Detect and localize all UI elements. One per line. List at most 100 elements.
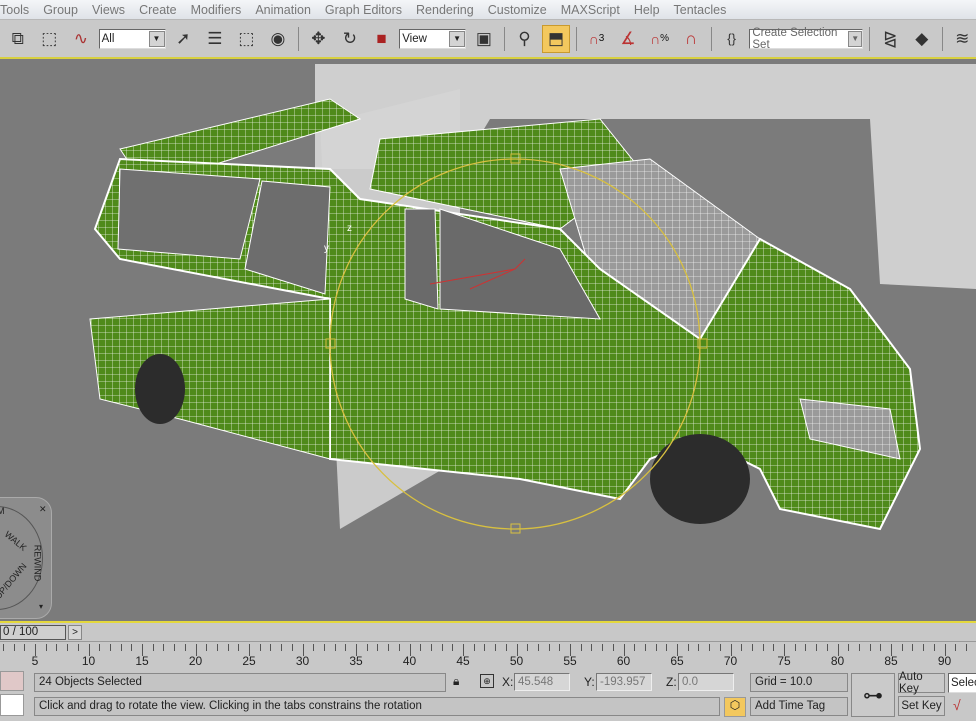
track-bar-tick [869, 644, 871, 651]
menu-tentacles[interactable]: Tentacles [667, 3, 734, 17]
next-frame-button[interactable]: > [68, 625, 82, 640]
x-coordinate-field[interactable]: 45.548 [514, 673, 570, 691]
track-bar[interactable]: 5 10 15 20 25 30 35 40 45 50 55 60 65 70 75 80 85 90 [0, 641, 976, 669]
z-coordinate-field[interactable]: 0.0 [678, 673, 734, 691]
track-bar-tick [398, 644, 400, 651]
menu-modifiers[interactable]: Modifiers [184, 3, 249, 17]
mirror-icon[interactable]: ⧎ [876, 25, 904, 53]
track-bar-tick [184, 644, 186, 651]
track-bar-tick [345, 644, 347, 651]
track-bar-tick [634, 644, 636, 651]
edit-named-selection-icon[interactable]: {} [718, 25, 746, 53]
pivot-center-icon[interactable]: ▣ [470, 25, 498, 53]
set-key-button[interactable]: Set Key [898, 696, 945, 716]
track-bar-tick [99, 644, 101, 651]
menu-help[interactable]: Help [627, 3, 667, 17]
wheel-rewind[interactable]: REWIND [32, 545, 42, 582]
separator [941, 26, 943, 51]
track-bar-label: 70 [723, 654, 738, 668]
align-icon[interactable]: ◆ [908, 25, 936, 53]
time-slider[interactable]: 0 / 100 > [0, 621, 976, 641]
separator [575, 26, 577, 51]
menu-group[interactable]: Group [36, 3, 85, 17]
layer-manager-icon[interactable]: ≋ [949, 25, 976, 53]
lock-selection-icon[interactable]: 🔒︎ [453, 674, 459, 689]
viewport-scene: y z [89, 64, 976, 534]
auto-key-button[interactable]: Auto Key [898, 671, 945, 695]
time-slider-frame[interactable]: 0 / 100 [0, 625, 66, 640]
select-by-name-icon[interactable]: ☰ [201, 25, 229, 53]
track-bar-label: 40 [402, 654, 417, 668]
menu-animation[interactable]: Animation [248, 3, 318, 17]
add-time-tag[interactable]: Add Time Tag [750, 697, 848, 716]
rotate-icon[interactable]: ↻ [336, 25, 364, 53]
menu-maxscript[interactable]: MAXScript [554, 3, 627, 17]
window-crossing-icon[interactable]: ◉ [264, 25, 292, 53]
y-coordinate-field[interactable]: -193.957 [596, 673, 652, 691]
menu-graph-editors[interactable]: Graph Editors [318, 3, 409, 17]
menu-tools[interactable]: Tools [0, 3, 36, 17]
key-filters-icon[interactable]: √ [953, 697, 961, 713]
select-manipulate-icon[interactable]: ⚲ [511, 25, 539, 53]
menu-customize[interactable]: Customize [481, 3, 554, 17]
track-bar-tick [313, 644, 315, 651]
track-bar-label: 80 [830, 654, 845, 668]
track-bar-tick [901, 644, 903, 651]
track-bar-tick [580, 644, 582, 651]
menu-chevron-icon[interactable]: ▾ [39, 602, 43, 611]
track-bar-tick [206, 644, 208, 651]
track-bar-tick [762, 644, 764, 651]
track-bar-label: 45 [456, 654, 470, 668]
spinner-snap-icon[interactable]: ∩ [677, 25, 705, 53]
grid-size: Grid = 10.0 [750, 673, 848, 692]
angle-snap-icon[interactable]: ∡ [614, 25, 642, 53]
move-icon[interactable]: ✥ [305, 25, 333, 53]
percent-snap-icon[interactable]: ∩% [646, 25, 674, 53]
close-icon[interactable]: ✕ [39, 504, 47, 515]
wheel-m[interactable]: M [0, 506, 5, 516]
chevron-down-icon: ▼ [449, 30, 466, 47]
rectangular-selection-icon[interactable]: ⬚ [233, 25, 261, 53]
select-object-icon[interactable]: ➚ [170, 25, 198, 53]
named-selection-sets-dropdown[interactable]: Create Selection Set ▼ [749, 27, 864, 51]
track-bar-tick [441, 644, 443, 651]
menu-rendering[interactable]: Rendering [409, 3, 481, 17]
track-bar-tick [67, 644, 69, 651]
track-bar-tick [388, 644, 390, 651]
axis-z-label: z [347, 223, 352, 234]
track-bar-tick [56, 644, 58, 651]
track-bar-tick [602, 644, 604, 651]
track-bar-tick [473, 644, 475, 651]
unlink-selection-icon[interactable]: ⬚ [36, 25, 64, 53]
selection-filter-dropdown[interactable]: All ▼ [98, 28, 166, 49]
time-tag-icon[interactable]: ⬡ [724, 697, 746, 717]
track-bar-tick [655, 644, 657, 651]
menu-create[interactable]: Create [132, 3, 184, 17]
track-bar-tick [131, 644, 133, 651]
perspective-viewport[interactable]: y z WALK REWIND UP/DOWN M ✕ ▾ [0, 57, 976, 621]
track-bar-tick [227, 644, 229, 651]
track-bar-tick [45, 644, 47, 651]
maxscript-listener-white[interactable] [0, 694, 24, 716]
absolute-mode-icon[interactable]: ⊕ [480, 674, 494, 688]
maxscript-listener-pink[interactable] [0, 671, 24, 691]
menu-views[interactable]: Views [85, 3, 132, 17]
set-keys-key-icon[interactable]: ⊶ [851, 673, 895, 717]
snap-toggle-icon[interactable]: ∩ 3 [583, 25, 611, 53]
track-bar-tick [548, 644, 550, 651]
keyboard-shortcut-override-icon[interactable]: ⬒ [542, 24, 570, 53]
track-bar-tick [120, 644, 122, 651]
track-bar-tick [591, 644, 593, 651]
track-bar-tick [955, 644, 957, 651]
track-bar-tick [666, 644, 668, 651]
steering-wheel[interactable]: WALK REWIND UP/DOWN M ✕ ▾ [0, 497, 52, 619]
bind-to-space-warp-icon[interactable]: ∿ [67, 25, 95, 53]
key-filter-dropdown[interactable]: Selected [948, 673, 976, 693]
reference-coord-dropdown[interactable]: View ▼ [399, 28, 467, 49]
status-bar: 24 Objects Selected 🔒︎ ⊕ X: 45.548 Y: -1… [0, 669, 976, 721]
y-label: Y: [584, 675, 595, 689]
x-label: X: [502, 675, 514, 689]
scale-icon[interactable]: ■ [368, 25, 396, 53]
track-bar-tick [965, 644, 967, 651]
select-and-link-icon[interactable]: ⧉ [4, 25, 32, 53]
